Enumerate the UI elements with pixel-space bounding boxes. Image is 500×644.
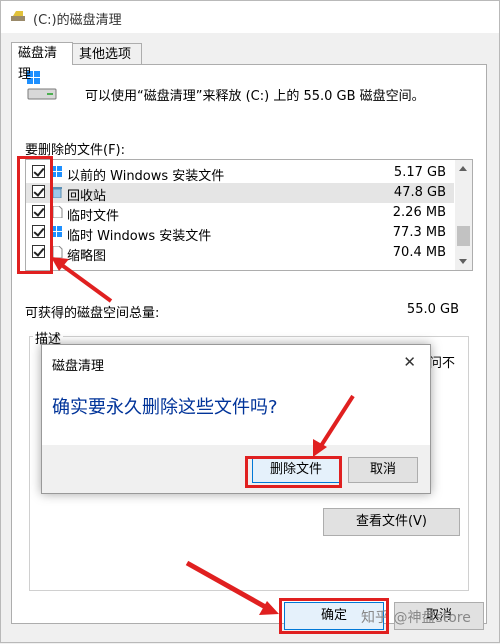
annotation-arrows bbox=[51, 257, 355, 615]
disk-cleanup-window: (C:)的磁盘清理 磁盘清理 其他选项 可以使用“磁盘清理”来释放 (C:) 上… bbox=[0, 0, 500, 643]
arrow-icon bbox=[51, 257, 113, 303]
arrow-icon bbox=[185, 560, 279, 615]
tab-disk-cleanup[interactable]: 磁盘清理 bbox=[11, 42, 73, 82]
arrow-icon bbox=[313, 394, 355, 457]
